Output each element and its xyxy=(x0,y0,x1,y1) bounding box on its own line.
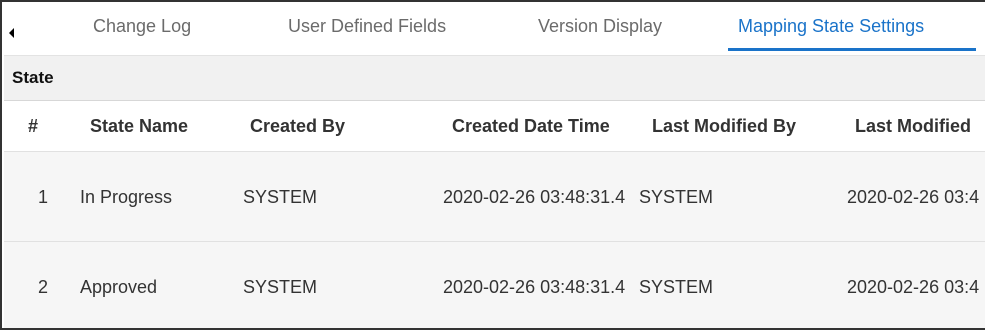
section-header: State xyxy=(4,55,985,101)
table-row[interactable]: 2 Approved SYSTEM 2020-02-26 03:48:31.4 … xyxy=(4,241,985,328)
cell-number: 1 xyxy=(38,187,49,207)
tab-bar: Change Log User Defined Fields Version D… xyxy=(2,2,985,55)
cell-number: 2 xyxy=(38,277,49,297)
table-header: # State Name Created By Created Date Tim… xyxy=(4,101,985,151)
table-row[interactable]: 1 In Progress SYSTEM 2020-02-26 03:48:31… xyxy=(4,151,985,241)
cell-created-by: SYSTEM xyxy=(243,277,318,297)
tab-change-log[interactable]: Change Log xyxy=(93,16,191,52)
cell-state-name: Approved xyxy=(80,277,158,297)
scroll-left-icon[interactable] xyxy=(6,26,16,40)
cell-last-modified: 2020-02-26 03:4 xyxy=(847,277,980,297)
column-header-created-date-time[interactable]: Created Date Time xyxy=(452,116,610,137)
cell-created-date-time: 2020-02-26 03:48:31.4 xyxy=(443,277,626,297)
tab-version-display[interactable]: Version Display xyxy=(538,16,662,52)
main-frame: Change Log User Defined Fields Version D… xyxy=(0,0,985,330)
active-tab-indicator xyxy=(728,48,976,51)
cell-created-by: SYSTEM xyxy=(243,187,318,207)
tab-mapping-state-settings[interactable]: Mapping State Settings xyxy=(738,16,924,52)
tab-user-defined-fields[interactable]: User Defined Fields xyxy=(288,16,446,52)
cell-last-modified-by: SYSTEM xyxy=(639,277,714,297)
cell-last-modified: 2020-02-26 03:4 xyxy=(847,187,980,207)
column-header-last-modified[interactable]: Last Modified xyxy=(855,116,971,137)
column-header-number[interactable]: # xyxy=(28,116,38,137)
column-header-created-by[interactable]: Created By xyxy=(250,116,345,137)
cell-last-modified-by: SYSTEM xyxy=(639,187,714,207)
cell-created-date-time: 2020-02-26 03:48:31.4 xyxy=(443,187,626,207)
column-header-state-name[interactable]: State Name xyxy=(90,116,188,137)
section-title: State xyxy=(12,68,54,87)
cell-state-name: In Progress xyxy=(80,187,173,207)
column-header-last-modified-by[interactable]: Last Modified By xyxy=(652,116,796,137)
